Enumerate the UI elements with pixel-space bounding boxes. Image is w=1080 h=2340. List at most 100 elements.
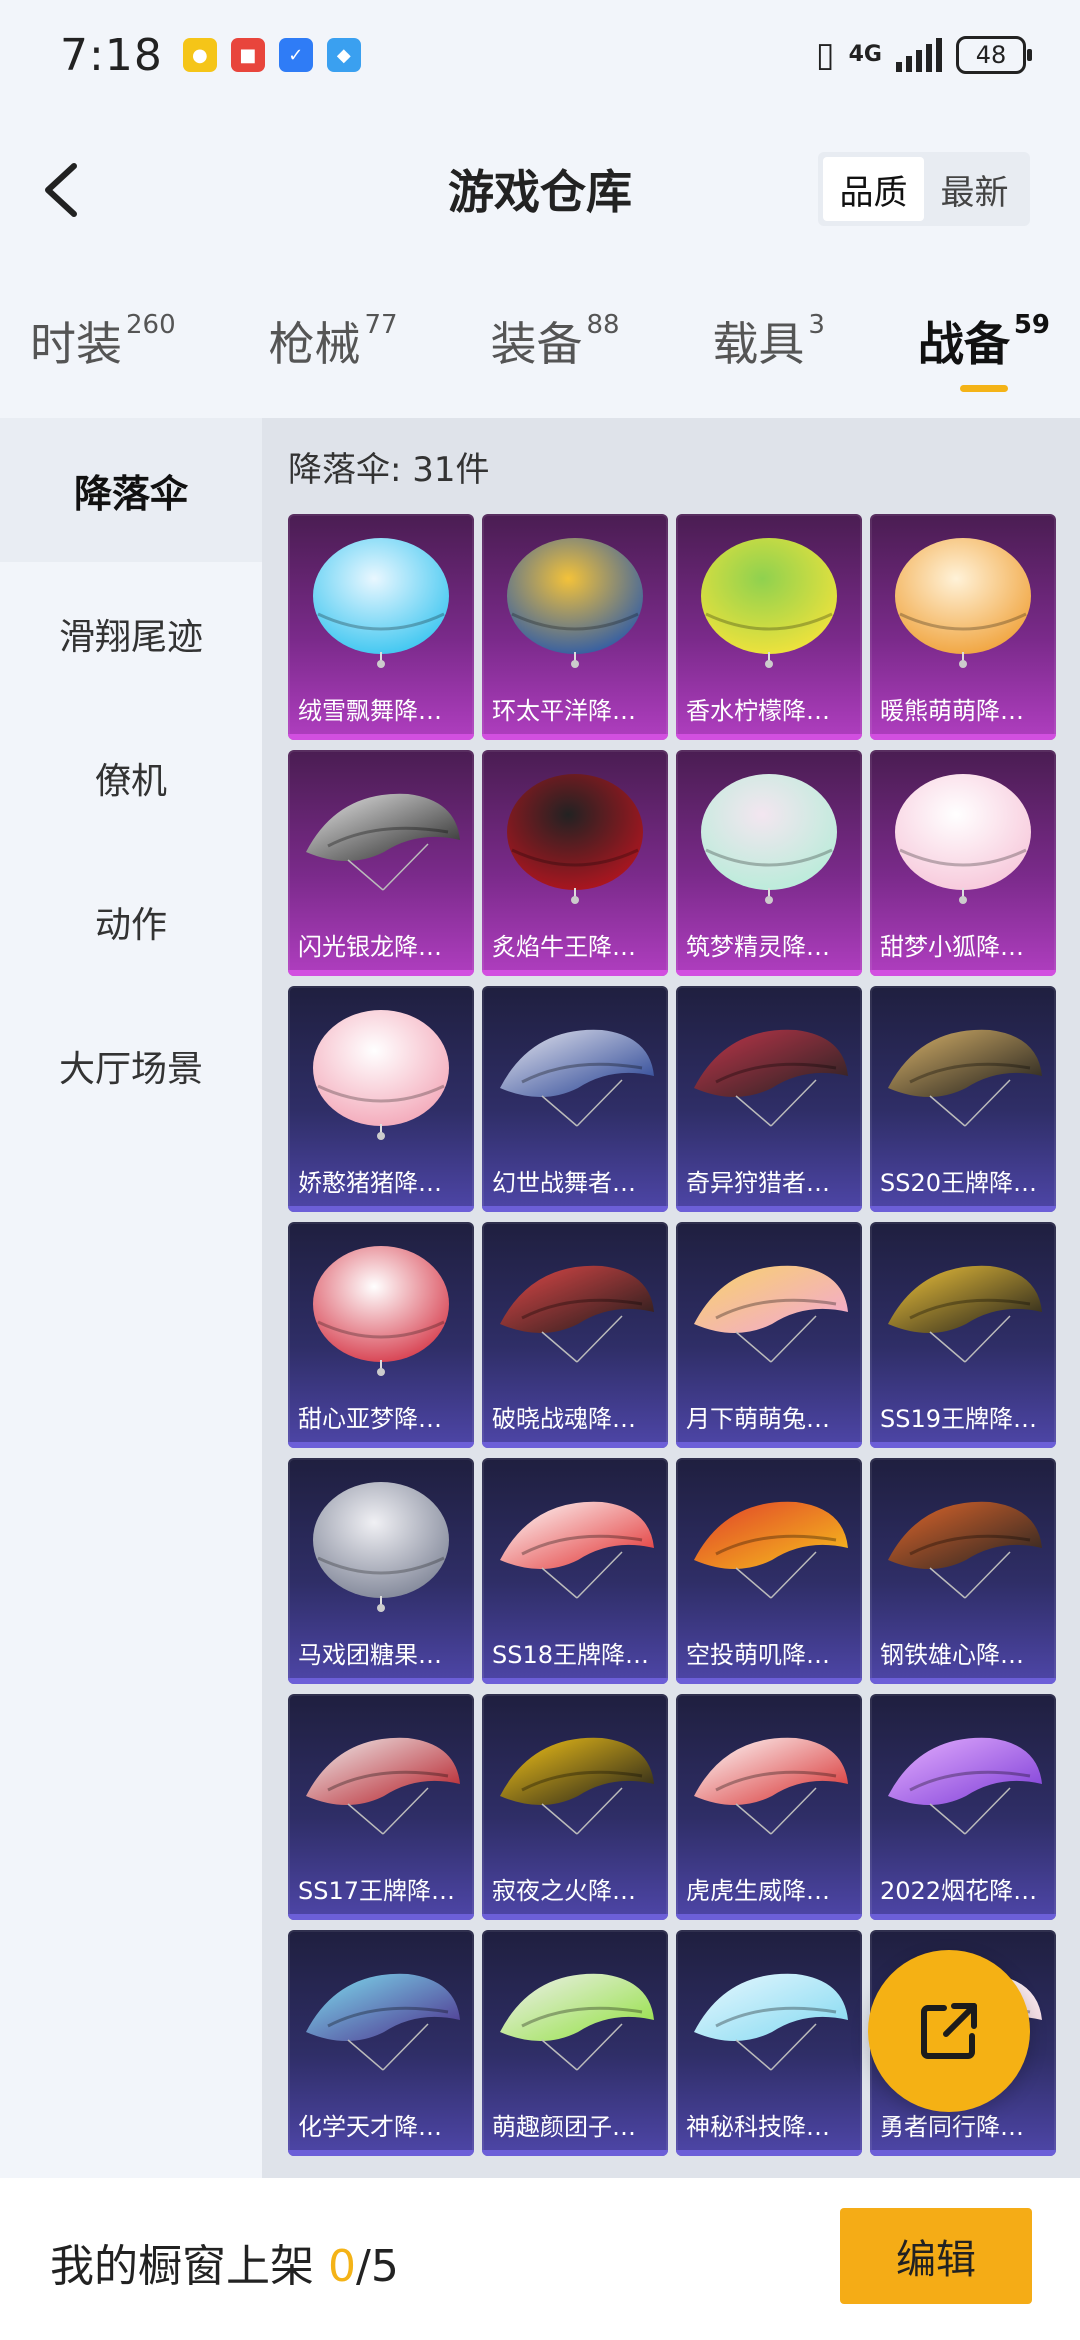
item-card[interactable]: SS20王牌降落伞 <box>870 986 1056 1212</box>
item-name: 幻世战舞者降落伞 <box>492 1169 668 1197</box>
item-card[interactable]: SS19王牌降落伞 <box>870 1222 1056 1448</box>
sidebar-item-emote[interactable]: 动作 <box>0 850 262 994</box>
parachute-image <box>701 774 837 904</box>
item-card[interactable]: 甜心亚梦降落伞 <box>288 1222 474 1448</box>
signal-icon <box>896 38 942 72</box>
header: 游戏仓库 品质 最新 <box>0 130 1080 250</box>
network-type: 4G <box>848 42 882 67</box>
sidebar-item-parachute[interactable]: 降落伞 <box>0 418 262 562</box>
item-card[interactable]: 2022烟花降落伞 <box>870 1694 1056 1920</box>
blue-app-icon: ◆ <box>326 38 361 72</box>
showcase-label-text: 我的橱窗上架 <box>50 2241 328 2292</box>
item-card[interactable]: 香水柠檬降落伞 <box>676 514 862 740</box>
parachute-image <box>500 1737 654 1835</box>
parachute-image <box>500 1501 654 1599</box>
item-card[interactable]: 寂夜之火降落伞 <box>482 1694 668 1920</box>
item-card[interactable]: 筑梦精灵降落伞 <box>676 750 862 976</box>
showcase-label: 我的橱窗上架 0/5 <box>50 2230 399 2294</box>
item-card[interactable]: 暖熊萌萌降落伞 <box>870 514 1056 740</box>
sidebar-item-wingman[interactable]: 僚机 <box>0 706 262 850</box>
tab-count: 260 <box>126 310 176 340</box>
shield-app-icon: ✓ <box>278 38 313 72</box>
item-card[interactable]: 幻世战舞者降落伞 <box>482 986 668 1212</box>
item-card[interactable]: 环太平洋降落伞 <box>482 514 668 740</box>
item-card[interactable]: 虎虎生威降落伞 <box>676 1694 862 1920</box>
tab-vehicles[interactable]: 载具 3 <box>712 290 825 400</box>
item-name: 甜心亚梦降落伞 <box>298 1405 466 1433</box>
item-card[interactable]: 钢铁雄心降落伞 <box>870 1458 1056 1684</box>
item-card[interactable]: 娇憨猪猪降落伞 <box>288 986 474 1212</box>
parachute-image <box>694 1973 848 2071</box>
parachute-image <box>500 1265 654 1363</box>
tab-label: 战备 <box>917 317 1010 371</box>
item-card[interactable]: 化学天才降落伞 <box>288 1930 474 2156</box>
parachute-image <box>888 1501 1042 1599</box>
tab-label: 装备 <box>490 317 583 371</box>
battery-level: 48 <box>975 41 1007 69</box>
active-tab-indicator <box>959 385 1008 392</box>
status-left: 7:18 ● ■ ✓ ◆ <box>60 30 361 81</box>
tab-guns[interactable]: 枪械 77 <box>269 290 398 400</box>
parachute-image <box>701 538 837 668</box>
item-grid: 绒雪飘舞降落伞 环太平洋降落伞 香水柠檬降落伞 暖熊萌萌降落伞 闪光银龙降落伞 … <box>288 514 1068 2156</box>
item-name: 筑梦精灵降落伞 <box>686 933 854 961</box>
showcase-current-count: 0 <box>328 2241 356 2292</box>
sort-quality-button[interactable]: 品质 <box>823 157 924 221</box>
tab-label: 枪械 <box>268 317 361 371</box>
parachute-image <box>888 1029 1042 1127</box>
item-card[interactable]: 萌趣颜团子降落伞 <box>482 1930 668 2156</box>
item-card[interactable]: 马戏团糖果降落伞 <box>288 1458 474 1684</box>
item-card[interactable]: 空投萌叽降落伞 <box>676 1458 862 1684</box>
parachute-image <box>313 1010 449 1140</box>
item-name: SS18王牌降落伞 <box>492 1641 668 1669</box>
status-time: 7:18 <box>60 29 163 81</box>
status-bar: 7:18 ● ■ ✓ ◆ ▯ 4G 48 <box>0 0 1080 110</box>
item-name: 炙焰牛王降落伞 <box>492 933 660 961</box>
sort-newest-button[interactable]: 最新 <box>924 157 1025 221</box>
red-app-icon: ■ <box>230 38 265 72</box>
item-card[interactable]: SS17王牌降落伞 <box>288 1694 474 1920</box>
share-icon <box>921 2003 977 2059</box>
category-tabs: 时装 260 枪械 77 装备 88 载具 3 战备 59 <box>0 290 1080 400</box>
tab-label: 载具 <box>712 317 805 371</box>
tab-combat-gear[interactable]: 战备 59 <box>918 290 1050 400</box>
item-name: 闪光银龙降落伞 <box>298 933 466 961</box>
edit-button[interactable]: 编辑 <box>840 2208 1032 2304</box>
item-name: SS19王牌降落伞 <box>880 1405 1056 1433</box>
item-name: 月下萌萌兔降落伞 <box>686 1405 862 1433</box>
item-card[interactable]: 神秘科技降落伞 <box>676 1930 862 2156</box>
item-name: 空投萌叽降落伞 <box>686 1641 854 1669</box>
status-right: ▯ 4G 48 <box>815 35 1032 75</box>
item-name: 环太平洋降落伞 <box>492 697 660 725</box>
parachute-image <box>888 1265 1042 1363</box>
item-name: SS20王牌降落伞 <box>880 1169 1056 1197</box>
item-card[interactable]: 绒雪飘舞降落伞 <box>288 514 474 740</box>
item-card[interactable]: 甜梦小狐降落伞 <box>870 750 1056 976</box>
battery-icon: 48 <box>956 36 1032 74</box>
item-name: 绒雪飘舞降落伞 <box>298 697 466 725</box>
item-panel: 降落伞: 31件 绒雪飘舞降落伞 环太平洋降落伞 香水柠檬降落伞 暖熊萌萌降落伞… <box>262 418 1080 2178</box>
item-name: 寂夜之火降落伞 <box>492 1877 660 1905</box>
item-name: 奇异狩猎者降落伞 <box>686 1169 862 1197</box>
tab-equipment[interactable]: 装备 88 <box>490 290 619 400</box>
item-card[interactable]: SS18王牌降落伞 <box>482 1458 668 1684</box>
item-name: 神秘科技降落伞 <box>686 2113 854 2141</box>
share-button[interactable] <box>868 1950 1030 2112</box>
item-card[interactable]: 闪光银龙降落伞 <box>288 750 474 976</box>
tab-fashion[interactable]: 时装 260 <box>30 290 176 400</box>
tab-count: 59 <box>1013 310 1050 340</box>
sidebar-item-lobby-scene[interactable]: 大厅场景 <box>0 994 262 1138</box>
item-card[interactable]: 奇异狩猎者降落伞 <box>676 986 862 1212</box>
sort-toggle: 品质 最新 <box>818 152 1030 226</box>
item-name: 甜梦小狐降落伞 <box>880 933 1048 961</box>
item-name: 勇者同行降落伞 <box>880 2113 1048 2141</box>
sidebar-item-glide-trail[interactable]: 滑翔尾迹 <box>0 562 262 706</box>
item-card[interactable]: 破晓战魂降落伞 <box>482 1222 668 1448</box>
item-name: 香水柠檬降落伞 <box>686 697 854 725</box>
item-card[interactable]: 炙焰牛王降落伞 <box>482 750 668 976</box>
yellow-app-icon: ● <box>182 38 217 72</box>
item-card[interactable]: 月下萌萌兔降落伞 <box>676 1222 862 1448</box>
parachute-image <box>888 1737 1042 1835</box>
vibrate-icon: ▯ <box>815 35 835 75</box>
item-name: 2022烟花降落伞 <box>880 1877 1056 1905</box>
